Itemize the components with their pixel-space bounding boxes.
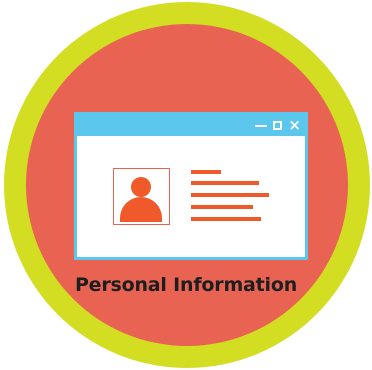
info-line: [191, 217, 261, 221]
maximize-icon: [273, 121, 283, 130]
close-icon: ×: [288, 115, 301, 134]
info-line: [191, 193, 269, 197]
minimize-icon: [255, 125, 268, 127]
avatar-body-icon: [120, 197, 162, 222]
info-line: [191, 205, 253, 209]
avatar-frame: [113, 168, 170, 225]
profile-window-icon: ×: [74, 112, 308, 260]
info-line: [191, 181, 259, 185]
window-controls: ×: [255, 117, 301, 134]
badge-label: Personal Information: [74, 274, 298, 296]
info-line: [191, 170, 221, 174]
avatar-head-icon: [131, 177, 151, 197]
personal-information-badge: × Personal Information: [0, 0, 372, 370]
window-titlebar: ×: [77, 115, 305, 136]
